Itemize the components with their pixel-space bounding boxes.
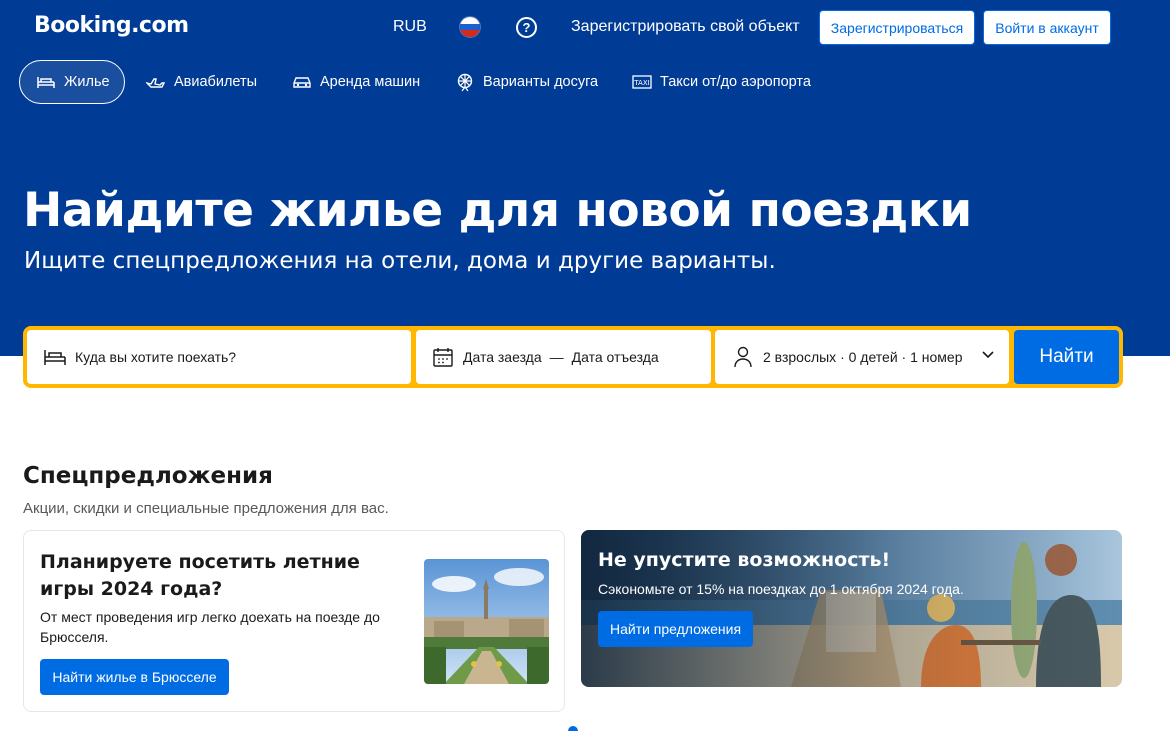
- checkin-label: Дата заезда: [463, 349, 542, 365]
- tab-label: Варианты досуга: [483, 74, 599, 90]
- tab-label: Такси от/до аэропорта: [660, 74, 811, 90]
- tab-label: Авиабилеты: [174, 74, 258, 90]
- car-icon: [292, 72, 312, 92]
- carousel-indicator[interactable]: [568, 726, 578, 731]
- help-icon[interactable]: ?: [516, 17, 537, 38]
- svg-text:TAXI: TAXI: [633, 79, 649, 87]
- hero-banner: [0, 0, 1170, 356]
- checkout-label: Дата отъезда: [571, 349, 659, 365]
- guests-value: 2 взрослых · 0 детей · 1 номер: [763, 349, 963, 365]
- offer-card-olympics: Планируете посетить летние игры 2024 год…: [23, 530, 565, 712]
- find-brussels-button[interactable]: Найти жилье в Брюсселе: [40, 659, 229, 695]
- date-separator: —: [549, 349, 564, 365]
- offers-title: Спецпредложения: [23, 463, 273, 489]
- guests-selector[interactable]: 2 взрослых · 0 детей · 1 номер: [715, 330, 1009, 384]
- bed-icon: [43, 345, 67, 369]
- destination-input[interactable]: Куда вы хотите поехать?: [27, 330, 411, 384]
- card-title: Планируете посетить летние игры 2024 год…: [40, 551, 360, 600]
- tab-stays[interactable]: Жилье: [19, 60, 125, 104]
- brussels-image: [424, 559, 549, 684]
- register-button[interactable]: Зарегистрироваться: [819, 10, 975, 45]
- chevron-down-icon: [981, 347, 995, 364]
- russia-flag-icon[interactable]: [459, 16, 481, 38]
- person-icon: [731, 345, 755, 369]
- card-text: От мест проведения игр легко доехать на …: [40, 609, 380, 645]
- find-deals-button[interactable]: Найти предложения: [598, 611, 753, 647]
- booking-logo[interactable]: Booking.com: [34, 13, 189, 38]
- bed-icon: [36, 72, 56, 92]
- attractions-icon: [455, 72, 475, 92]
- tab-attractions[interactable]: Варианты досуга: [455, 60, 598, 104]
- page-title: Найдите жилье для новой поездки: [23, 183, 972, 238]
- search-button[interactable]: Найти: [1014, 330, 1119, 384]
- page-subtitle: Ищите спецпредложения на отели, дома и д…: [24, 248, 776, 274]
- tab-label: Жилье: [64, 74, 110, 90]
- tab-label: Аренда машин: [320, 74, 421, 90]
- offers-subtitle: Акции, скидки и специальные предложения …: [23, 500, 389, 517]
- currency-selector[interactable]: RUB: [393, 18, 427, 36]
- tab-airport-taxi[interactable]: TAXI Такси от/до аэропорта: [632, 60, 811, 104]
- plane-icon: [146, 72, 166, 92]
- card-text: Сэкономьте от 15% на поездках до 1 октяб…: [598, 581, 964, 597]
- taxi-icon: TAXI: [632, 72, 652, 92]
- search-bar: Куда вы хотите поехать? Дата заезда — Да…: [23, 326, 1123, 388]
- tab-car-rental[interactable]: Аренда машин: [292, 60, 420, 104]
- destination-placeholder: Куда вы хотите поехать?: [75, 349, 237, 365]
- tab-flights[interactable]: Авиабилеты: [146, 60, 257, 104]
- login-button[interactable]: Войти в аккаунт: [983, 10, 1111, 45]
- offer-card-deals: Не упустите возможность! Сэкономьте от 1…: [581, 530, 1122, 687]
- list-property-link[interactable]: Зарегистрировать свой объект: [571, 18, 800, 36]
- calendar-icon: [431, 345, 455, 369]
- date-picker[interactable]: Дата заезда — Дата отъезда: [416, 330, 711, 384]
- card-title: Не упустите возможность!: [598, 549, 891, 571]
